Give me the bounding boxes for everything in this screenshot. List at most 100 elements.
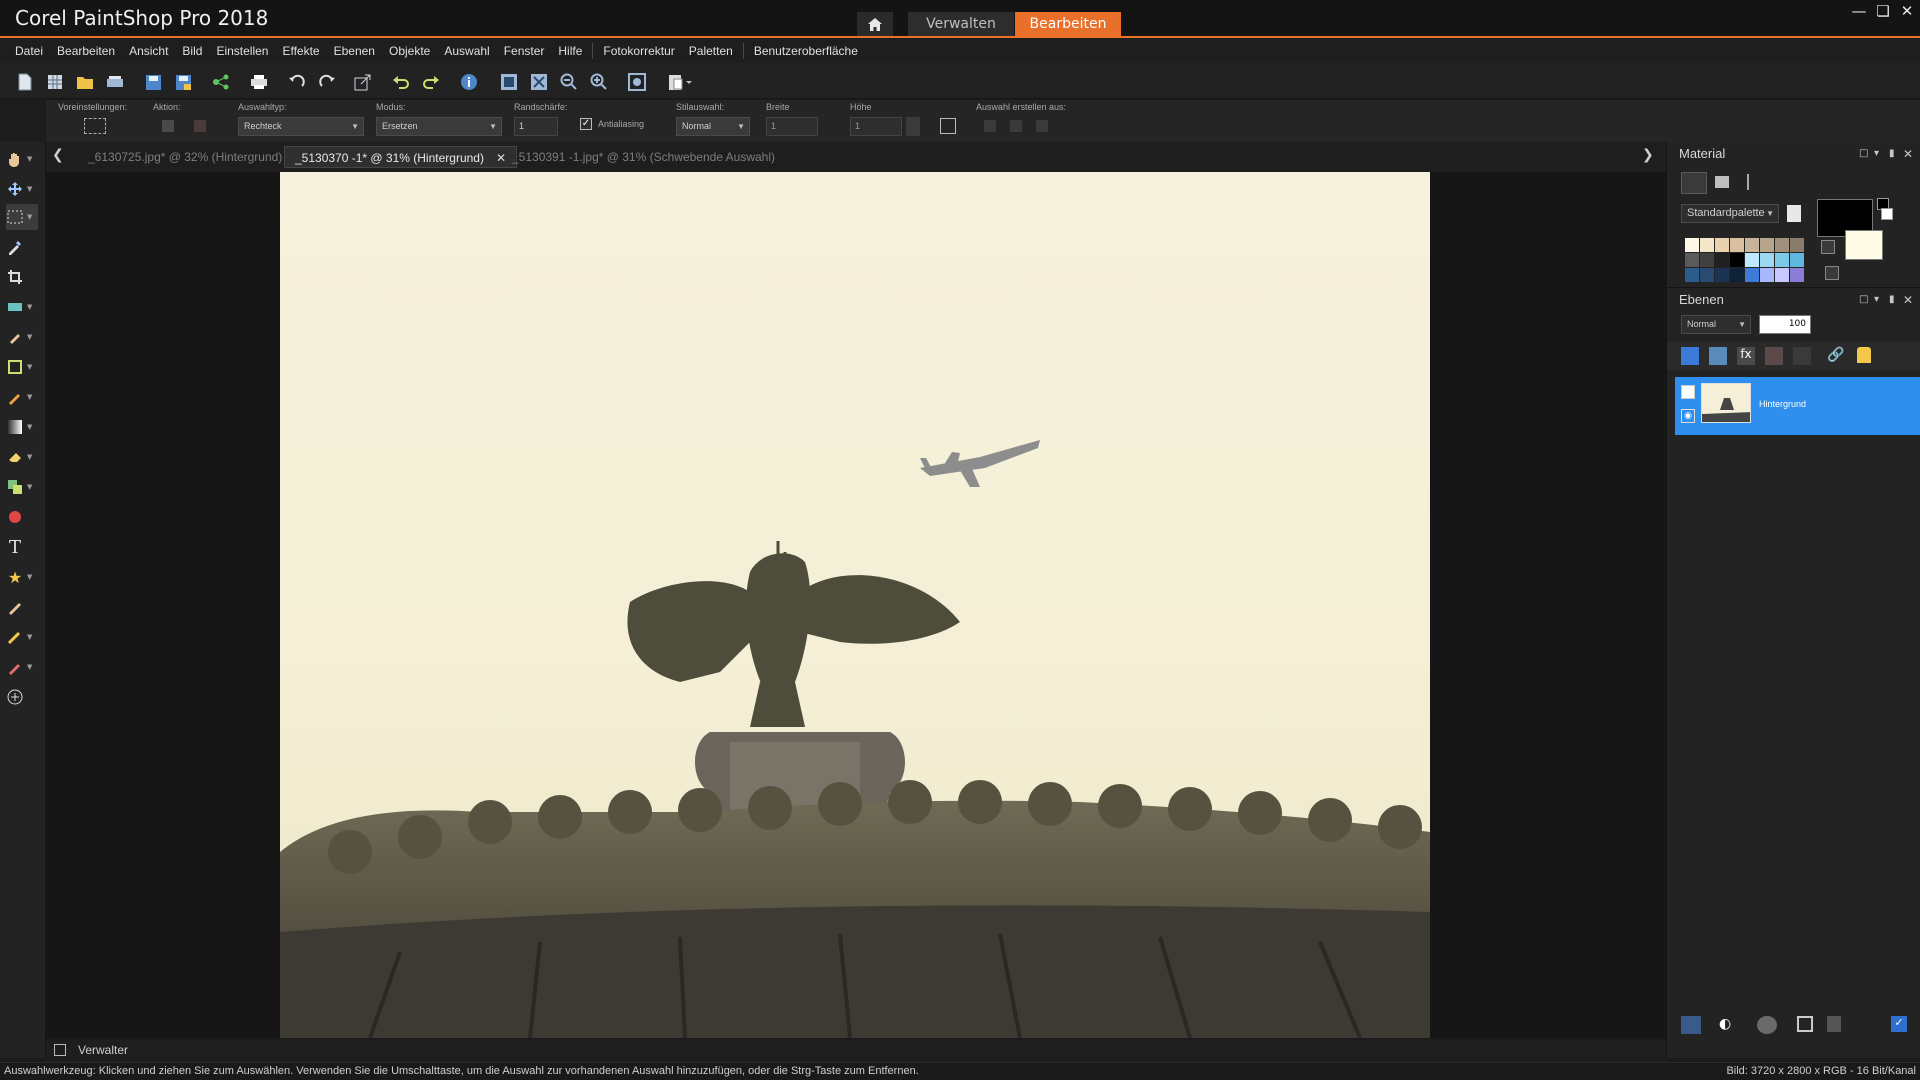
new-mask-icon[interactable] (1709, 347, 1727, 365)
sliders-tab-icon[interactable] (1747, 174, 1761, 190)
delete-layer-icon[interactable] (1827, 1016, 1841, 1032)
link-icon[interactable]: 🔗 (1827, 347, 1845, 365)
swatches-tab-icon[interactable] (1681, 172, 1707, 194)
smart-carver-tool[interactable]: ▼ (6, 354, 38, 380)
swatch[interactable] (1775, 253, 1789, 267)
swatch[interactable] (1790, 253, 1804, 267)
resize-icon[interactable] (352, 71, 374, 93)
swatch[interactable] (1775, 238, 1789, 252)
group-layer-icon[interactable] (1793, 347, 1811, 365)
close-button[interactable]: ✕ (1896, 2, 1918, 20)
menu-bild[interactable]: Bild (182, 44, 202, 58)
share-icon[interactable] (210, 71, 232, 93)
menu-auswahl[interactable]: Auswahl (444, 44, 489, 58)
straighten-tool[interactable]: ▼ (6, 294, 38, 320)
panel-menu-icon[interactable]: ▾ (1874, 148, 1879, 159)
mask-icon[interactable] (1757, 1016, 1777, 1034)
fit-window-icon[interactable] (498, 71, 520, 93)
swatch[interactable] (1715, 268, 1729, 282)
swatch[interactable] (1730, 268, 1744, 282)
small-bg-swatch[interactable] (1881, 208, 1893, 220)
move-tool[interactable]: ▼ (6, 176, 38, 202)
doc-tab-2[interactable]: _5130370 -1* @ 31% (Hintergrund) ✕ (284, 146, 518, 168)
swatch[interactable] (1700, 238, 1714, 252)
close-icon[interactable]: ✕ (1903, 293, 1913, 307)
fit-image-icon[interactable] (528, 71, 550, 93)
adjust-icon[interactable]: ◐ (1719, 1016, 1739, 1034)
tab-manage[interactable]: Verwalten (908, 12, 1014, 36)
swatch[interactable] (1790, 238, 1804, 252)
panel-maximize-icon[interactable]: □ (1859, 148, 1868, 159)
zoom-in-icon[interactable] (588, 71, 610, 93)
zoom-100-icon[interactable] (626, 71, 648, 93)
style-select[interactable]: Normal ▼ (676, 117, 750, 136)
mode-select[interactable]: Ersetzen ▼ (376, 117, 502, 136)
select-all-icon[interactable] (940, 118, 956, 134)
selection-tool[interactable]: ▼ (6, 204, 38, 230)
adjustment-layer-icon[interactable] (1765, 347, 1783, 365)
swatch[interactable] (1730, 253, 1744, 267)
panel-menu-icon[interactable]: ▾ (1874, 294, 1879, 305)
eye-icon[interactable]: ◉ (1681, 409, 1695, 423)
info-icon[interactable] (458, 71, 480, 93)
new-from-template-icon[interactable] (44, 71, 66, 93)
doc-tab-3[interactable]: _5130391 -1.jpg* @ 31% (Schwebende Auswa… (502, 146, 785, 168)
tab-edit[interactable]: Bearbeiten (1015, 12, 1121, 36)
menu-paletten[interactable]: Paletten (689, 44, 733, 58)
swatch[interactable] (1700, 268, 1714, 282)
antialias-checkbox[interactable]: ✓ (580, 118, 592, 130)
action-cancel-icon[interactable] (194, 120, 206, 132)
open-folder-icon[interactable] (74, 71, 96, 93)
crop-tool[interactable] (6, 264, 38, 290)
selection-type-select[interactable]: Rechteck ▼ (238, 117, 364, 136)
clone-tool[interactable]: ▼ (6, 474, 38, 500)
texture-toggle-icon[interactable] (1821, 240, 1835, 254)
scanner-icon[interactable] (104, 71, 126, 93)
eraser-tool[interactable]: ▼ (6, 444, 38, 470)
swatch[interactable] (1715, 238, 1729, 252)
menu-einstellen[interactable]: Einstellen (216, 44, 268, 58)
color-replacer-tool[interactable]: ▼ (6, 654, 38, 680)
paint-brush-tool[interactable]: ▼ (6, 384, 38, 410)
swatch[interactable] (1745, 253, 1759, 267)
swatch[interactable] (1685, 238, 1699, 252)
home-button[interactable] (857, 12, 893, 36)
text-tool[interactable]: T (6, 534, 38, 560)
duplicate-layer-icon[interactable] (1797, 1016, 1813, 1032)
pin-icon[interactable]: ▮ (1889, 294, 1895, 305)
feather-input[interactable]: 1 (514, 117, 558, 136)
swatch[interactable] (1745, 238, 1759, 252)
print-icon[interactable] (248, 71, 270, 93)
rotate-left-icon[interactable] (286, 71, 308, 93)
new-layer-icon[interactable] (1681, 347, 1699, 365)
menu-bearbeiten[interactable]: Bearbeiten (57, 44, 115, 58)
swatch[interactable] (1760, 253, 1774, 267)
eyedropper-tool[interactable] (6, 234, 38, 260)
create-from-layer-icon[interactable] (984, 120, 996, 132)
swatch[interactable] (1685, 253, 1699, 267)
swatch[interactable] (1745, 268, 1759, 282)
lock-icon[interactable] (1857, 347, 1871, 363)
swatch[interactable] (1685, 268, 1699, 282)
palette-select[interactable]: Standardpalette ▼ (1681, 204, 1779, 223)
makeover-tool[interactable]: ▼ (6, 324, 38, 350)
close-icon[interactable]: ✕ (1903, 147, 1913, 161)
image-canvas[interactable] (280, 172, 1430, 1038)
palette-page-icon[interactable] (1787, 205, 1801, 222)
opacity-input[interactable]: 100 (1759, 315, 1811, 334)
undo-icon[interactable] (390, 71, 412, 93)
menu-fenster[interactable]: Fenster (504, 44, 545, 58)
rainbow-tab-icon[interactable] (1715, 176, 1729, 188)
menu-ebenen[interactable]: Ebenen (334, 44, 375, 58)
rotate-right-icon[interactable] (316, 71, 338, 93)
doc-tab-1[interactable]: _6130725.jpg* @ 32% (Hintergrund) (78, 146, 292, 168)
height-input[interactable]: 1 (850, 117, 902, 136)
zoom-out-icon[interactable] (558, 71, 580, 93)
restore-button[interactable]: ❏ (1872, 2, 1894, 20)
chevron-right-icon[interactable]: ❯ (1642, 147, 1654, 163)
menu-benutzeroberflaeche[interactable]: Benutzeroberfläche (754, 44, 858, 58)
minimize-button[interactable]: — (1848, 2, 1870, 20)
menu-hilfe[interactable]: Hilfe (558, 44, 582, 58)
swatch[interactable] (1715, 253, 1729, 267)
background-color-swatch[interactable] (1845, 230, 1883, 260)
